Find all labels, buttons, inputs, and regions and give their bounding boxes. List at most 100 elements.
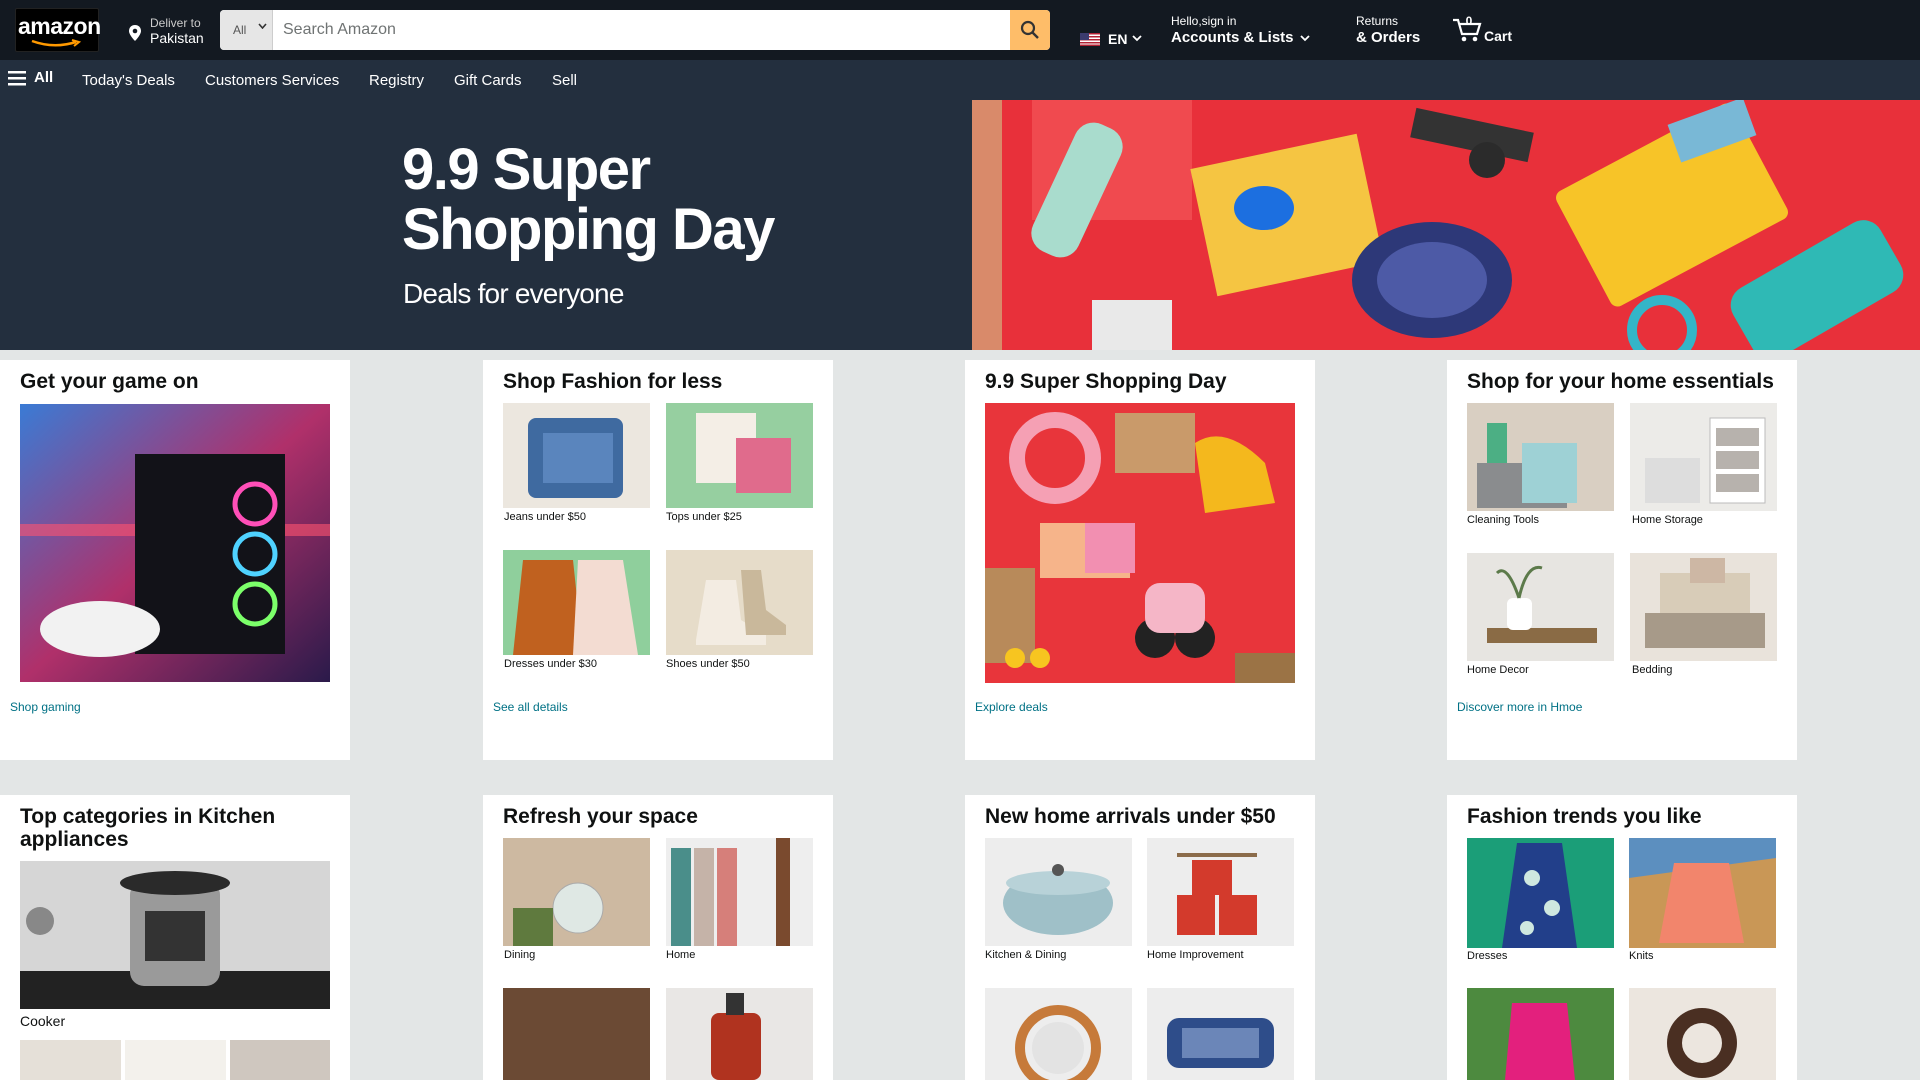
returns-orders[interactable]: Returns & Orders — [1356, 14, 1420, 46]
shoes-caption[interactable]: Shoes under $50 — [666, 658, 750, 670]
language-code: EN — [1108, 31, 1128, 47]
knits-tile[interactable] — [1629, 838, 1776, 948]
dining-caption[interactable]: Dining — [504, 949, 535, 961]
returns-label: Returns — [1356, 14, 1399, 28]
tops-illustration — [696, 413, 791, 493]
home-decor-caption[interactable]: Home Decor — [1467, 664, 1529, 676]
mirror-tile[interactable] — [985, 988, 1132, 1080]
cart-label: Cart — [1484, 28, 1513, 44]
hero-product-image — [972, 100, 1920, 350]
deliver-country: Pakistan — [150, 30, 204, 46]
home-decor-tile[interactable] — [1467, 553, 1614, 661]
jeans-tile[interactable] — [503, 403, 650, 508]
bedding-illustration — [1645, 558, 1765, 648]
accessory-tile[interactable] — [1629, 988, 1776, 1080]
home-tile[interactable] — [666, 838, 813, 946]
nav-gift-cards[interactable]: Gift Cards — [454, 72, 522, 89]
cooker-illustration — [20, 871, 330, 1009]
kettle-tile[interactable] — [230, 1040, 330, 1080]
account-greeting: Hello,sign in — [1171, 14, 1237, 28]
kitchen-item-tile[interactable] — [125, 1040, 226, 1080]
card-title: Top categories in Kitchen appliances — [20, 805, 276, 851]
card-title: Get your game on — [20, 370, 199, 393]
home-improvement-tile[interactable] — [1147, 838, 1294, 946]
shoes-tile[interactable] — [666, 550, 813, 655]
kitchen-dining-tile[interactable] — [985, 838, 1132, 946]
explore-deals-link[interactable]: Explore deals — [975, 700, 1048, 714]
nav-todays-deals[interactable]: Today's Deals — [82, 72, 175, 89]
soap-bottle-tile[interactable] — [666, 988, 813, 1080]
sunburst-mirror-illustration — [1015, 1005, 1101, 1080]
dresses-trend-tile[interactable] — [1467, 838, 1614, 948]
card-title: Fashion trends you like — [1467, 805, 1702, 828]
super-shopping-illustration — [985, 403, 1295, 683]
kitchen-dining-caption[interactable]: Kitchen & Dining — [985, 949, 1066, 961]
bedding-caption[interactable]: Bedding — [1632, 664, 1672, 676]
knits-caption[interactable]: Knits — [1629, 950, 1653, 962]
nav-registry[interactable]: Registry — [369, 72, 424, 89]
card-title: New home arrivals under $50 — [985, 805, 1276, 828]
cleaning-tools-caption[interactable]: Cleaning Tools — [1467, 514, 1539, 526]
nav-sell[interactable]: Sell — [552, 72, 577, 89]
deliver-label: Deliver to — [150, 16, 201, 30]
card-title: Refresh your space — [503, 805, 698, 828]
location-pin-icon — [129, 25, 141, 41]
paint-cans-illustration — [1177, 853, 1257, 935]
cart-count: 0 — [1465, 14, 1473, 28]
discover-more-home-link[interactable]: Discover more in Hmoe — [1457, 700, 1582, 714]
card-title: Shop for your home essentials — [1467, 370, 1774, 393]
cart-button[interactable]: 0 Cart — [1452, 14, 1522, 46]
hero-title-line1: 9.9 Super — [402, 137, 651, 202]
serving-board-tile[interactable] — [503, 988, 650, 1080]
gaming-pc-image[interactable] — [20, 404, 330, 682]
blazer-tile[interactable] — [1467, 988, 1614, 1080]
card-refresh-space: Refresh your space Dining Home — [483, 795, 833, 1080]
super-shopping-day-image[interactable] — [985, 403, 1295, 683]
dresses-tile[interactable] — [503, 550, 650, 655]
search-input[interactable] — [273, 10, 1010, 50]
home-hangers-illustration — [671, 838, 790, 946]
dutch-oven-illustration — [1003, 864, 1113, 935]
jeans-illustration — [528, 418, 623, 498]
cleaning-tools-tile[interactable] — [1467, 403, 1614, 511]
dresses-trend-caption[interactable]: Dresses — [1467, 950, 1507, 962]
dining-tile[interactable] — [503, 838, 650, 946]
home-improvement-caption[interactable]: Home Improvement — [1147, 949, 1244, 961]
logo-text: amazon — [18, 13, 101, 39]
card-gaming: Get your game on Shop gaming — [0, 360, 350, 760]
chevron-down-icon — [1132, 35, 1142, 42]
jeans-caption[interactable]: Jeans under $50 — [504, 511, 586, 523]
search-icon — [1020, 20, 1039, 39]
nav-customer-service[interactable]: Customers Services — [205, 72, 339, 89]
card-title: Shop Fashion for less — [503, 370, 723, 393]
coffee-maker-tile[interactable] — [20, 1040, 121, 1080]
see-all-details-link[interactable]: See all details — [493, 700, 568, 714]
account-menu[interactable]: Hello,sign in Accounts & Lists — [1171, 14, 1310, 46]
hero-subtitle: Deals for everyone — [403, 278, 624, 309]
dining-illustration — [503, 838, 650, 946]
dresses-caption[interactable]: Dresses under $30 — [504, 658, 597, 670]
cleaning-tools-illustration — [1477, 423, 1577, 508]
cooker-tile[interactable] — [20, 861, 330, 1009]
tops-tile[interactable] — [666, 403, 813, 508]
card-fashion: Shop Fashion for less Jeans under $50 To… — [483, 360, 833, 760]
tops-caption[interactable]: Tops under $25 — [666, 511, 742, 523]
home-caption[interactable]: Home — [666, 949, 695, 961]
search-category-select[interactable]: All — [220, 10, 273, 50]
hero-banner[interactable]: 9.9 Super Shopping Day Deals for everyon… — [0, 100, 1920, 350]
secondary-nav: All Today's Deals Customers Services Reg… — [0, 60, 1920, 100]
card-title: 9.9 Super Shopping Day — [985, 370, 1227, 393]
card-super-shopping-day: 9.9 Super Shopping Day Explore deals — [965, 360, 1315, 760]
bedding-tile[interactable] — [1630, 553, 1777, 661]
knit-top-illustration — [1629, 838, 1776, 948]
home-storage-caption[interactable]: Home Storage — [1632, 514, 1703, 526]
search-button[interactable] — [1010, 10, 1050, 50]
dresses-illustration — [513, 560, 638, 655]
amazon-logo[interactable]: amazon — [15, 8, 101, 52]
orders-label: & Orders — [1356, 29, 1421, 46]
pillow-tile[interactable] — [1147, 988, 1294, 1080]
home-storage-tile[interactable] — [1630, 403, 1777, 511]
shop-gaming-link[interactable]: Shop gaming — [10, 700, 81, 714]
card-fashion-trends: Fashion trends you like Dresses Knits — [1447, 795, 1797, 1080]
cooker-caption[interactable]: Cooker — [20, 1013, 65, 1029]
